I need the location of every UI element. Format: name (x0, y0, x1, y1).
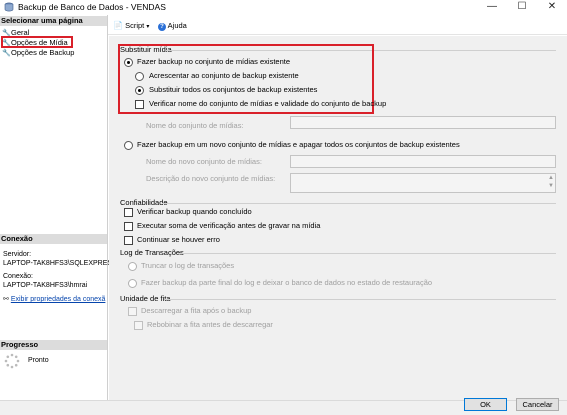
server-value: LAPTOP-TAK8HFS3\SQLEXPRES (3, 260, 113, 267)
backup-existing-radio[interactable] (124, 58, 133, 67)
group-separator (178, 253, 556, 254)
script-button[interactable]: 📄 Script ▾ (113, 21, 149, 32)
progress-status: Pronto (28, 357, 49, 364)
maximize-button[interactable]: ☐ (507, 0, 537, 14)
reliability-group-label: Confiabilidade (120, 198, 168, 207)
progress-spinner-icon (4, 353, 20, 369)
page-item-label: Opções de Backup (11, 48, 75, 57)
connection-label: Conexão: (3, 273, 33, 280)
page-item-backup-options[interactable]: 🔧Opções de Backup (2, 48, 102, 58)
title-bar: Backup de Banco de Dados - VENDAS — ☐ ✕ (0, 0, 567, 14)
media-set-name-label: Nome do conjunto de mídias: (146, 121, 244, 130)
cancel-button[interactable]: Cancelar (516, 398, 559, 411)
database-icon (4, 2, 14, 12)
chevron-down-icon: ▾ (146, 24, 150, 30)
checksum-label: Executar soma de verificação antes de gr… (137, 221, 321, 230)
verify-backup-checkbox[interactable] (124, 208, 133, 217)
select-page-header: Selecionar uma página (0, 16, 107, 26)
help-label: Ajuda (167, 21, 187, 30)
new-media-set-name-field[interactable] (290, 155, 556, 168)
verify-name-checkbox[interactable] (135, 100, 144, 109)
unload-tape-checkbox[interactable] (128, 307, 137, 316)
tail-log-label: Fazer backup da parte final do log e dei… (141, 278, 433, 287)
continue-on-error-checkbox[interactable] (124, 236, 133, 245)
append-label: Acrescentar ao conjunto de backup existe… (149, 71, 299, 80)
overwrite-all-radio[interactable] (135, 86, 144, 95)
transaction-log-group-label: Log de Transações (120, 248, 184, 257)
verify-backup-label: Verificar backup quando concluído (137, 207, 252, 216)
unload-tape-label: Descarregar a fita após o backup (141, 306, 252, 315)
selected-page-highlight (1, 36, 73, 48)
minimize-button[interactable]: — (477, 0, 507, 14)
truncate-log-label: Truncar o log de transações (141, 261, 235, 270)
new-media-set-label: Fazer backup em um novo conjunto de mídi… (137, 140, 460, 149)
progress-header: Progresso (0, 340, 107, 350)
verify-name-label: Verificar nome do conjunto de mídias e v… (149, 99, 387, 108)
group-separator (165, 299, 556, 300)
continue-on-error-label: Continuar se houver erro (137, 235, 220, 244)
truncate-log-radio[interactable] (128, 262, 137, 271)
backup-existing-label: Fazer backup no conjunto de mídias exist… (137, 57, 291, 66)
ok-button[interactable]: OK (464, 398, 507, 411)
new-media-set-radio[interactable] (124, 141, 133, 150)
tape-group-label: Unidade de fita (120, 294, 171, 303)
connection-link-label: Exibir propriedades da conexã (10, 296, 106, 303)
connection-header: Conexão (0, 234, 107, 244)
new-media-set-desc-label: Descrição do novo conjunto de mídias: (146, 174, 276, 183)
group-separator (162, 203, 556, 204)
rewind-tape-checkbox[interactable] (134, 321, 143, 330)
checksum-checkbox[interactable] (124, 222, 133, 231)
overwrite-all-label: Substituir todos os conjuntos de backup … (149, 85, 318, 94)
new-media-set-name-label: Nome do novo conjunto de mídias: (146, 157, 262, 166)
window-title: Backup de Banco de Dados - VENDAS (18, 2, 166, 12)
connection-properties-link[interactable]: ⚯ Exibir propriedades da conexã (3, 295, 105, 304)
connection-icon: ⚯ (3, 296, 9, 303)
scroll-arrows[interactable]: ▲ ▼ (548, 174, 554, 190)
append-radio[interactable] (135, 72, 144, 81)
new-media-set-desc-field[interactable] (290, 173, 556, 193)
server-label: Servidor: (3, 251, 32, 258)
script-icon: 📄 (113, 21, 123, 30)
media-set-name-field[interactable] (290, 116, 556, 129)
rewind-tape-label: Rebobinar a fita antes de descarregar (147, 320, 273, 329)
script-label: Script (125, 21, 145, 30)
tail-log-radio[interactable] (128, 279, 137, 288)
help-button[interactable]: ? Ajuda (158, 21, 187, 31)
wrench-icon: 🔧 (2, 50, 11, 57)
help-icon: ? (158, 23, 166, 31)
close-button[interactable]: ✕ (537, 0, 567, 14)
connection-value: LAPTOP-TAK8HFS3\hmrai (3, 282, 88, 289)
